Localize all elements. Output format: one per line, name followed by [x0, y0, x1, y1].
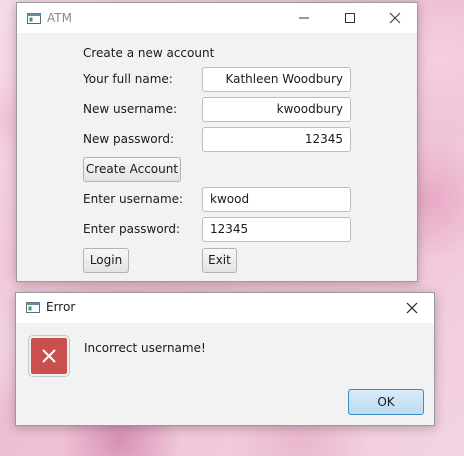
enter-password-label: Enter password: [83, 222, 181, 236]
minimize-icon [299, 17, 309, 19]
dialog-window-icon [26, 302, 40, 313]
login-button[interactable]: Login [83, 248, 129, 273]
maximize-icon [345, 13, 355, 23]
ok-button[interactable]: OK [348, 389, 424, 415]
new-password-field[interactable]: 12345 [202, 127, 351, 152]
minimize-button[interactable] [281, 3, 327, 33]
new-username-field[interactable]: kwoodbury [202, 97, 351, 122]
full-name-field[interactable]: Kathleen Woodbury [202, 67, 351, 92]
new-username-label: New username: [83, 102, 178, 116]
enter-username-field[interactable]: kwood [202, 187, 351, 212]
error-message: Incorrect username! [84, 341, 206, 355]
new-password-label: New password: [83, 132, 175, 146]
close-icon [389, 12, 401, 24]
app-window-icon [27, 13, 41, 24]
maximize-button[interactable] [327, 3, 373, 33]
error-dialog-title: Error [46, 300, 76, 314]
create-account-heading: Create a new account [83, 46, 215, 60]
exit-button[interactable]: Exit [202, 248, 237, 273]
close-button[interactable] [372, 3, 418, 33]
atm-window-title: ATM [47, 11, 72, 25]
error-close-button[interactable] [389, 293, 435, 323]
create-account-button[interactable]: Create Account [83, 157, 181, 182]
error-x-icon [29, 336, 69, 376]
enter-password-field[interactable]: 12345 [202, 217, 351, 242]
error-titlebar[interactable]: Error [16, 293, 434, 323]
atm-window: ATM Create a new account Your full name:… [16, 2, 418, 282]
enter-username-label: Enter username: [83, 192, 184, 206]
atm-titlebar[interactable]: ATM [17, 3, 417, 33]
close-icon [406, 302, 418, 314]
full-name-label: Your full name: [83, 72, 173, 86]
